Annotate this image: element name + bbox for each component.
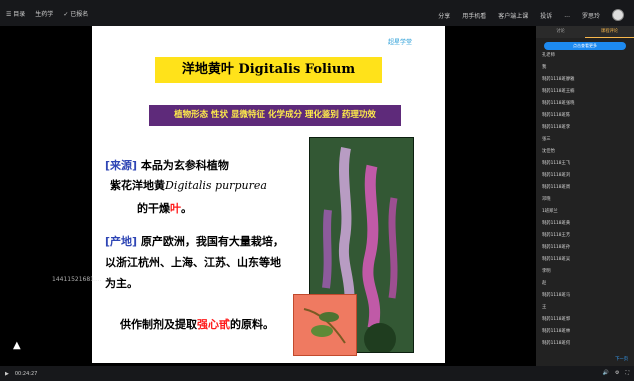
- source-line: [来源] 本品为玄参科植物: [105, 159, 229, 172]
- comment-item: 制药1118王飞: [542, 161, 571, 166]
- share-button[interactable]: 分享: [438, 11, 450, 20]
- slide-title: 洋地黄叶 Digitalis Folium: [155, 57, 382, 83]
- comment-item: 张三: [542, 137, 551, 142]
- slide-logo: 超星学堂: [388, 39, 413, 46]
- comment-item: 制药1118班廖雅: [542, 77, 575, 82]
- sidebar-tabs: 讨论 课程评论: [536, 26, 634, 38]
- reported-label: ✓ 已报名: [63, 11, 89, 18]
- comment-list: 孔老师我制药1118班廖雅 制药1118班王楠 制药1118班张晓 制药1118班陈制…: [536, 50, 634, 350]
- view-more-button[interactable]: 点击查看更多: [544, 42, 626, 50]
- client-class-button[interactable]: 客户端上课: [498, 11, 528, 20]
- time-label: 00:24:27: [14, 371, 38, 377]
- comment-item: 制药1118班张晓: [542, 101, 575, 106]
- fullscreen-icon[interactable]: ⛶: [625, 370, 629, 376]
- origin-line-2: 以浙江杭州、上海、江苏、山东等地: [105, 256, 281, 269]
- tab-discuss[interactable]: 讨论: [536, 26, 585, 38]
- play-icon[interactable]: ▶: [5, 371, 9, 377]
- comment-item: 1班郑兰: [542, 209, 558, 214]
- comment-item: 制药1118班李: [542, 125, 571, 130]
- comment-item: 制药1118班吴: [542, 257, 571, 262]
- settings-icon[interactable]: ⚙: [615, 370, 619, 376]
- comment-item: 制药1118班黄: [542, 221, 571, 226]
- comment-item: 赵: [542, 281, 547, 286]
- phone-watch-button[interactable]: 用手机看: [462, 11, 486, 20]
- comment-item: 制药1118王芳: [542, 233, 571, 238]
- dry-line: 的干燥叶。: [137, 202, 192, 215]
- origin-line-3: 为主。: [105, 277, 138, 290]
- lecture-slide: 超星学堂 洋地黄叶 Digitalis Folium 植物形态 性状 显微特征 …: [92, 26, 445, 363]
- comment-item: 制药1118班孙: [542, 245, 571, 250]
- bottom-bar: ▶ 00:24:27 🔊 ⚙ ⛶: [0, 366, 634, 381]
- more-icon[interactable]: ...: [564, 12, 570, 19]
- avatar[interactable]: [612, 9, 624, 21]
- comment-item: 制药1118班陈: [542, 113, 571, 118]
- comment-sidebar: 讨论 课程评论 点击查看更多 孔老师我制药1118班廖雅 制药1118班王楠 制药1…: [536, 26, 634, 366]
- slide-topics: 植物形态 性状 显微特征 化学成分 理化鉴别 药理功效: [149, 105, 401, 126]
- back-button[interactable]: ☰ 目录: [6, 9, 25, 18]
- origin-line-1: [产地] 原产欧洲，我国有大量栽培，: [105, 235, 284, 248]
- comment-item: 制药1118班刘: [542, 173, 571, 178]
- leaf-photo: [293, 294, 357, 356]
- comment-item: 王: [542, 305, 547, 310]
- comment-item: 孔老师: [542, 53, 555, 58]
- comment-item: 沈佳怡: [542, 149, 555, 154]
- tab-chat[interactable]: 课程评论: [585, 26, 634, 38]
- comment-item: 我: [542, 65, 547, 70]
- comment-item: 邓晓: [542, 197, 551, 202]
- course-label: 生药学: [35, 11, 54, 18]
- comment-item: 制药1118班林: [542, 329, 571, 334]
- report-button[interactable]: 投诉: [540, 11, 552, 20]
- cursor-icon: ▲: [13, 340, 21, 351]
- comment-item: 制药1118班马: [542, 293, 571, 298]
- video-stage: 超星学堂 洋地黄叶 Digitalis Folium 植物形态 性状 显微特征 …: [0, 26, 536, 366]
- use-line: 供作制剂及提取强心甙的原料。: [120, 318, 274, 331]
- volume-icon[interactable]: 🔊: [603, 370, 609, 376]
- plant-line: 紫花洋地黄Digitalis purpurea: [110, 179, 267, 192]
- next-page-button[interactable]: 下一页: [615, 356, 628, 362]
- comment-item: 制药1118班王楠: [542, 89, 575, 94]
- leaf-image: [294, 295, 356, 355]
- top-bar: ☰ 目录 生药学 ✓ 已报名 分享 用手机看 客户端上课 投诉 ... 罗思玲: [0, 0, 634, 26]
- comment-item: 制药1118班郭: [542, 317, 571, 322]
- comment-item: 制药1118班周: [542, 185, 571, 190]
- comment-item: 李明: [542, 269, 551, 274]
- watermark: 14411521681....: [52, 276, 102, 283]
- comment-item: 制药1118班何: [542, 341, 571, 346]
- user-name[interactable]: 罗思玲: [582, 11, 600, 20]
